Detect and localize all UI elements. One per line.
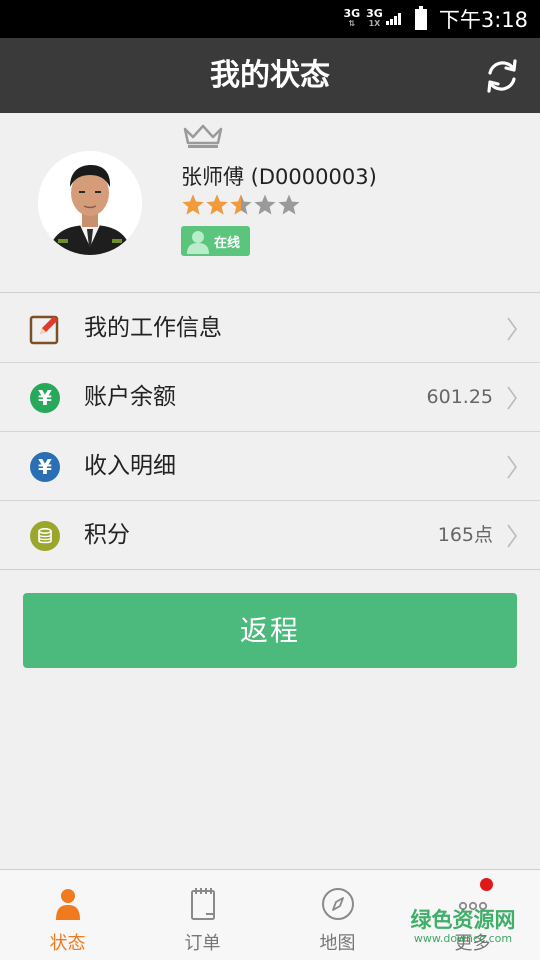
chevron-right-icon	[507, 455, 517, 479]
points-value: 165点	[437, 524, 493, 546]
network-3g1x-indicator: 3G 1X	[366, 8, 383, 29]
star-icon	[206, 194, 228, 215]
title-bar: 我的状态	[0, 38, 540, 113]
menu-item-label: 账户余额	[84, 384, 176, 410]
more-icon	[458, 901, 487, 911]
network-3g-indicator: 3G ⇅	[343, 7, 361, 28]
profile-card: 张师傅 (D0000003) 在线	[0, 113, 540, 293]
menu-item-points[interactable]: 积分 165点	[0, 501, 540, 570]
battery-icon	[414, 5, 427, 30]
driver-name: 张师傅 (D0000003)	[181, 165, 377, 189]
edit-icon	[29, 315, 59, 345]
menu-item-income-details[interactable]: ¥ 收入明细	[0, 432, 540, 501]
coins-icon	[30, 521, 60, 551]
avatar[interactable]	[38, 151, 142, 255]
online-status-badge: 在线	[181, 226, 250, 256]
chevron-right-icon	[507, 386, 517, 410]
return-trip-button[interactable]: 返程	[23, 593, 517, 668]
person-icon	[187, 231, 209, 254]
menu-list: 我的工作信息 ¥ 账户余额 601.25 ¥ 收入明细 积分 165点	[0, 294, 540, 570]
refresh-button[interactable]	[482, 56, 522, 96]
tab-status[interactable]: 状态	[0, 870, 135, 960]
svg-text:¥: ¥	[38, 455, 52, 479]
tab-more[interactable]: 更多	[405, 870, 540, 960]
tab-map[interactable]: 地图	[270, 870, 405, 960]
menu-item-label: 积分	[84, 522, 130, 548]
page-title: 我的状态	[210, 58, 330, 93]
network-sub-label: 1X	[368, 19, 381, 28]
star-icon	[254, 194, 276, 215]
status-bar: 3G ⇅ 3G 1X 下午3:18	[0, 0, 540, 38]
bottom-tab-bar: 状态 订单 地图 更多	[0, 869, 540, 960]
notebook-icon	[190, 888, 215, 920]
person-icon	[55, 889, 80, 920]
rating-stars	[181, 193, 301, 217]
clock: 下午3:18	[438, 8, 528, 32]
chevron-right-icon	[507, 317, 517, 341]
crown-icon	[183, 124, 223, 148]
menu-item-label: 我的工作信息	[84, 315, 222, 341]
chevron-right-icon	[507, 524, 517, 548]
signal-icon	[385, 13, 401, 25]
yuan-icon: ¥	[30, 452, 60, 482]
compass-icon	[321, 888, 354, 920]
svg-text:¥: ¥	[38, 386, 52, 410]
refresh-icon	[487, 59, 517, 93]
online-status-label: 在线	[214, 235, 241, 251]
account-balance-value: 601.25	[426, 386, 493, 408]
yuan-icon: ¥	[30, 383, 60, 413]
driver-avatar-icon	[38, 151, 142, 255]
menu-item-label: 收入明细	[84, 453, 176, 479]
tab-label: 更多	[454, 933, 491, 954]
notification-dot	[480, 878, 493, 891]
star-icon	[230, 194, 252, 215]
tab-orders[interactable]: 订单	[135, 870, 270, 960]
star-icon	[182, 194, 204, 215]
star-icon	[278, 194, 300, 215]
tab-label: 状态	[49, 933, 86, 954]
tab-label: 订单	[184, 933, 221, 954]
menu-item-work-info[interactable]: 我的工作信息	[0, 294, 540, 363]
menu-item-account-balance[interactable]: ¥ 账户余额 601.25	[0, 363, 540, 432]
tab-label: 地图	[319, 933, 356, 954]
